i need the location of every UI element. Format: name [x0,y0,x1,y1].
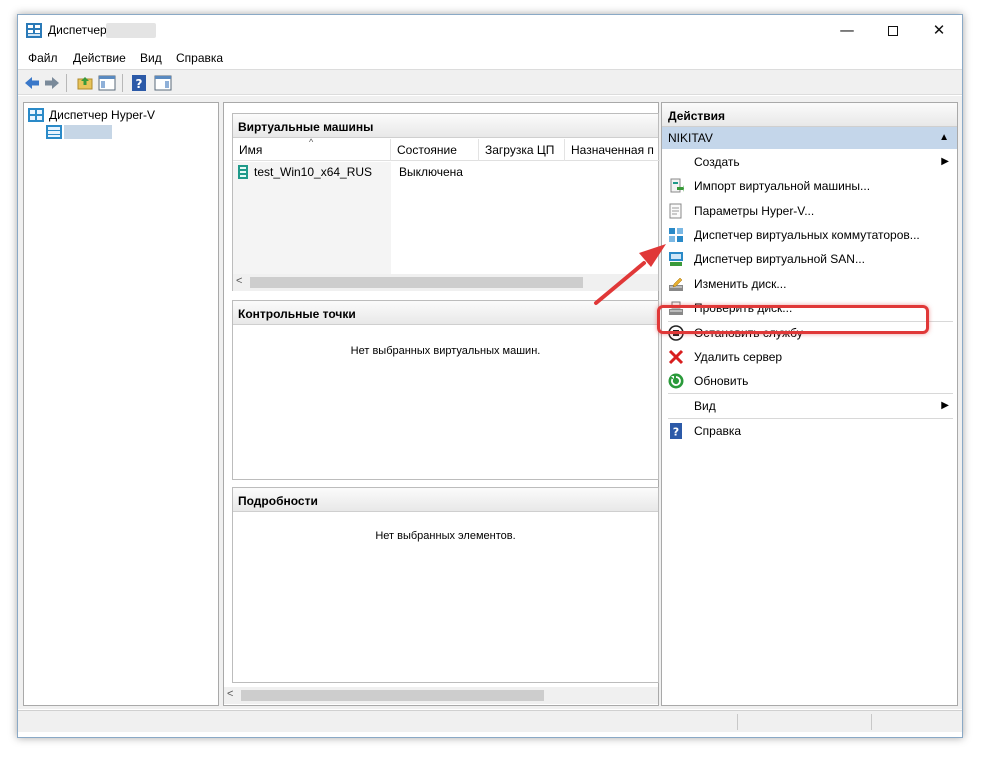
annotation-arrow-icon [594,244,666,305]
hyper-v-manager-window: Диспетчер — ✕ Файл Действие Вид Справка [17,14,963,738]
